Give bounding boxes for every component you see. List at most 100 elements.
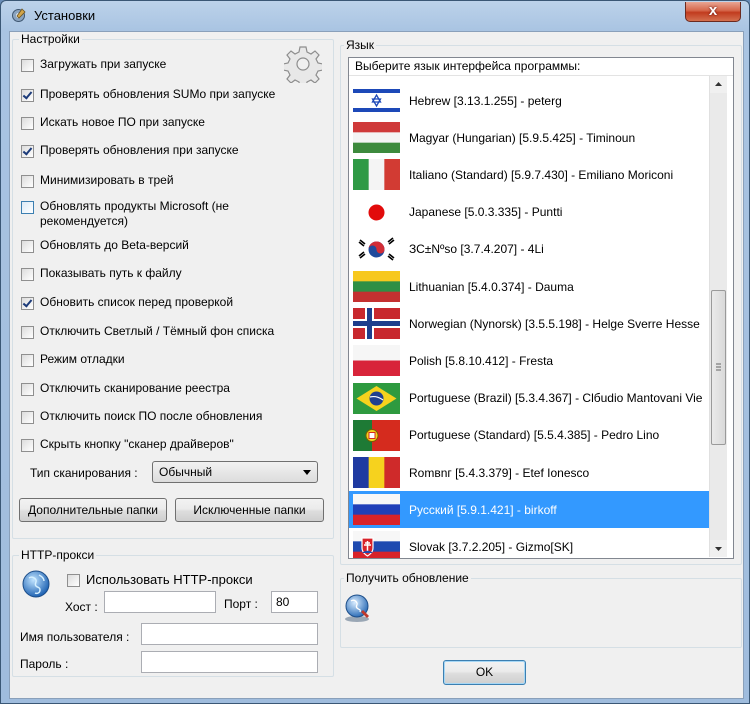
settings-checkbox-row[interactable]: Загружать при запуске	[21, 57, 166, 75]
settings-checkbox-row[interactable]: Минимизировать в трей	[21, 173, 174, 191]
chevron-down-icon	[303, 470, 311, 475]
romanian-flag-icon	[353, 457, 400, 488]
use-proxy-checkbox-row[interactable]: Использовать HTTP-прокси	[67, 572, 253, 590]
settings-checkbox-row[interactable]: Искать новое ПО при запуске	[21, 115, 205, 133]
language-list-item[interactable]: Portuguese (Brazil) [5.3.4.367] - Clбudi…	[349, 380, 709, 417]
scroll-thumb[interactable]	[711, 290, 726, 445]
language-item-label: Polish [5.8.10.412] - Fresta	[409, 353, 554, 368]
port-input[interactable]: 80	[271, 591, 318, 613]
settings-checkbox-label: Отключить поиск ПО после обновления	[40, 409, 263, 423]
scroll-up-button[interactable]	[710, 76, 727, 93]
settings-checkbox[interactable]	[21, 439, 34, 452]
language-list-item[interactable]: Magyar (Hungarian) [5.9.5.425] - Timinou…	[349, 119, 709, 156]
username-input[interactable]	[141, 623, 318, 645]
settings-checkbox-row[interactable]: Проверять обновления SUMo при запуске	[21, 87, 275, 105]
norwegian-flag-icon	[353, 308, 400, 340]
settings-checkbox[interactable]	[21, 383, 34, 396]
language-list-item[interactable]: Hebrew [3.13.1.255] - peterg	[349, 82, 709, 119]
hungarian-flag-icon	[353, 122, 400, 154]
language-list-item[interactable]: Lithuanian [5.4.0.374] - Dauma	[349, 268, 709, 305]
password-input[interactable]	[141, 651, 318, 673]
settings-checkbox-label: Отключить Светлый / Тёмный фон списка	[40, 324, 275, 338]
settings-checkbox[interactable]	[21, 326, 34, 339]
chevron-down-icon	[715, 547, 722, 551]
settings-checkbox-label: Обновить список перед проверкой	[40, 295, 234, 309]
language-list-item[interactable]: Italiano (Standard) [5.9.7.430] - Emilia…	[349, 156, 709, 193]
language-item-label: Magyar (Hungarian) [5.9.5.425] - Timinou…	[409, 130, 636, 145]
settings-checkbox[interactable]	[21, 117, 34, 130]
language-item-label: Lithuanian [5.4.0.374] - Dauma	[409, 279, 574, 294]
portugal-flag-icon	[353, 419, 400, 451]
excluded-folders-button[interactable]: Исключенные папки	[175, 498, 324, 522]
scan-type-label: Тип сканирования :	[30, 466, 138, 480]
polish-flag-icon	[353, 345, 400, 377]
scan-type-select[interactable]: Обычный	[152, 461, 318, 483]
settings-checkbox-row[interactable]: Обновить список перед проверкой	[21, 295, 233, 313]
settings-checkbox-row[interactable]: Обновлять продукты Microsoft (не рекомен…	[21, 199, 271, 228]
settings-checkbox[interactable]	[21, 201, 34, 214]
settings-checkbox-label: Обновлять продукты Microsoft (не рекомен…	[40, 199, 229, 228]
settings-checkbox[interactable]	[21, 59, 34, 72]
language-item-label: Portuguese (Standard) [5.5.4.385] - Pedr…	[409, 428, 660, 443]
language-list-item[interactable]: Portuguese (Standard) [5.5.4.385] - Pedr…	[349, 417, 709, 454]
brazil-flag-icon	[353, 382, 400, 414]
proxy-group-title: HTTP-прокси	[19, 548, 97, 562]
extra-folders-button[interactable]: Дополнительные папки	[19, 498, 167, 522]
settings-checkbox[interactable]	[21, 145, 34, 158]
slovak-flag-icon	[353, 531, 400, 558]
settings-checkbox-row[interactable]: Отключить поиск ПО после обновления	[21, 409, 262, 427]
use-proxy-label: Использовать HTTP-прокси	[86, 572, 253, 587]
grip-icon	[716, 363, 721, 371]
language-item-label: Japanese [5.0.3.335] - Puntti	[409, 205, 563, 220]
russian-flag-icon	[353, 494, 400, 526]
language-list-item[interactable]: Slovak [3.7.2.205] - Gizmo[SK]	[349, 528, 709, 558]
settings-checkbox[interactable]	[21, 240, 34, 253]
port-label: Порт :	[224, 597, 258, 611]
language-item-label: Italiano (Standard) [5.9.7.430] - Emilia…	[409, 167, 674, 182]
settings-checkbox-label: Обновлять до Beta-версий	[40, 238, 189, 252]
close-button[interactable]: x	[685, 2, 741, 22]
settings-checkbox-row[interactable]: Проверять обновления при запуске	[21, 143, 239, 161]
title-bar[interactable]: Установки x	[1, 1, 749, 31]
globe-icon	[22, 570, 50, 598]
language-item-label: Portuguese (Brazil) [5.3.4.367] - Clбudi…	[409, 391, 703, 406]
language-list-item[interactable]: Romвnг [5.4.3.379] - Etef Ionesco	[349, 454, 709, 491]
language-list-item[interactable]: Polish [5.8.10.412] - Fresta	[349, 342, 709, 379]
language-list-scrollbar[interactable]	[709, 76, 727, 557]
korean-flag-icon	[353, 233, 400, 265]
settings-checkbox[interactable]	[21, 89, 34, 102]
settings-checkbox-row[interactable]: Показывать путь к файлу	[21, 266, 182, 284]
host-input[interactable]	[104, 591, 216, 613]
settings-window: Установки x Настройки Загружать при запу…	[0, 0, 750, 704]
settings-checkbox-row[interactable]: Обновлять до Beta-версий	[21, 238, 189, 256]
host-label: Хост :	[65, 600, 98, 614]
hebrew-flag-icon	[353, 85, 400, 116]
settings-checkbox[interactable]	[21, 175, 34, 188]
window-title: Установки	[34, 8, 96, 23]
language-list[interactable]: Выберите язык интерфейса программы: Hebr…	[348, 57, 734, 559]
settings-checkbox-row[interactable]: Отключить сканирование реестра	[21, 381, 230, 399]
update-group	[340, 578, 742, 648]
settings-checkbox-row[interactable]: Режим отладки	[21, 352, 125, 370]
settings-checkbox[interactable]	[21, 354, 34, 367]
settings-checkbox-row[interactable]: Отключить Светлый / Тёмный фон списка	[21, 324, 274, 342]
settings-checkbox-label: Скрыть кнопку "сканер драйверов"	[40, 437, 234, 451]
settings-checkbox-row[interactable]: Скрыть кнопку "сканер драйверов"	[21, 437, 234, 455]
language-list-item[interactable]: Norwegian (Nynorsk) [3.5.5.198] - Helge …	[349, 305, 709, 342]
settings-checkbox[interactable]	[21, 411, 34, 424]
settings-checkbox[interactable]	[21, 297, 34, 310]
language-list-item[interactable]: Japanese [5.0.3.335] - Puntti	[349, 194, 709, 231]
language-list-item[interactable]: Русский [5.9.1.421] - birkoff	[349, 491, 709, 529]
language-item-label: ЗС±Nºso [3.7.4.207] - 4Li	[409, 242, 544, 257]
close-icon: x	[708, 2, 718, 19]
settings-checkbox[interactable]	[21, 268, 34, 281]
ok-button[interactable]: OK	[443, 660, 526, 685]
language-item-label: Русский [5.9.1.421] - birkoff	[409, 502, 557, 517]
update-globe-icon[interactable]	[341, 592, 373, 624]
use-proxy-checkbox[interactable]	[67, 574, 80, 587]
settings-checkbox-label: Проверять обновления при запуске	[40, 143, 239, 157]
scroll-down-button[interactable]	[710, 540, 727, 557]
settings-checkbox-label: Проверять обновления SUMo при запуске	[40, 87, 276, 101]
italian-flag-icon	[353, 159, 400, 191]
language-list-item[interactable]: ЗС±Nºso [3.7.4.207] - 4Li	[349, 231, 709, 268]
